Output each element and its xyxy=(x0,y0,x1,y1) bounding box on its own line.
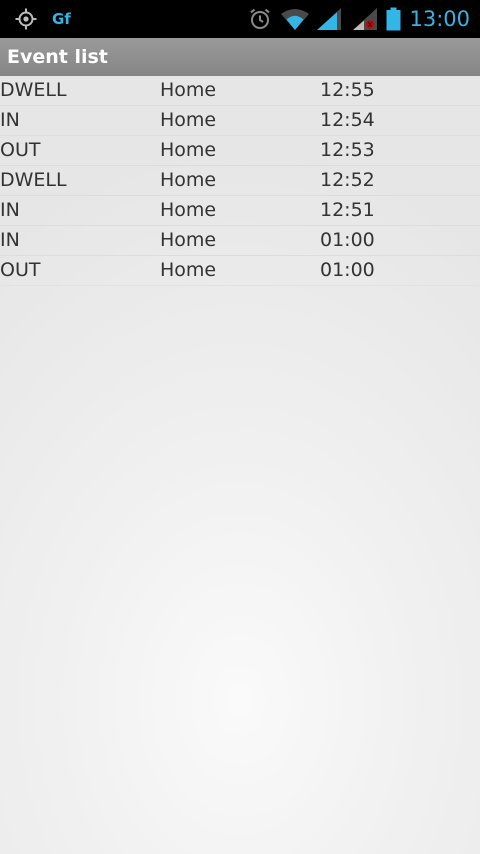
event-type: OUT xyxy=(0,259,41,281)
app-notification-label: Gf xyxy=(52,10,71,28)
event-time: 12:53 xyxy=(320,139,375,161)
event-type: IN xyxy=(0,109,20,131)
event-row[interactable]: DWELL Home 12:52 xyxy=(0,166,480,196)
event-time: 12:52 xyxy=(320,169,375,191)
event-row[interactable]: IN Home 12:51 xyxy=(0,196,480,226)
event-row[interactable]: DWELL Home 12:55 xyxy=(0,76,480,106)
status-bar-right: 13:00 xyxy=(248,0,470,38)
event-place: Home xyxy=(160,199,217,221)
event-row[interactable]: IN Home 12:54 xyxy=(0,106,480,136)
event-type: IN xyxy=(0,229,20,251)
event-type: DWELL xyxy=(0,169,67,191)
event-place: Home xyxy=(160,139,217,161)
event-type: IN xyxy=(0,199,20,221)
event-time: 12:54 xyxy=(320,109,375,131)
battery-icon xyxy=(386,7,401,31)
event-type: OUT xyxy=(0,139,41,161)
event-place: Home xyxy=(160,109,217,131)
event-place: Home xyxy=(160,229,217,251)
event-time: 12:55 xyxy=(320,79,375,101)
action-bar: Event list xyxy=(0,38,480,76)
event-time: 12:51 xyxy=(320,199,375,221)
event-place: Home xyxy=(160,259,217,281)
event-time: 01:00 xyxy=(320,229,375,251)
event-type: DWELL xyxy=(0,79,67,101)
event-row[interactable]: IN Home 01:00 xyxy=(0,226,480,256)
event-list: DWELL Home 12:55 IN Home 12:54 OUT Home … xyxy=(0,76,480,286)
alarm-icon xyxy=(248,7,272,31)
signal-icon xyxy=(316,7,342,31)
event-place: Home xyxy=(160,79,217,101)
status-clock: 13:00 xyxy=(409,7,470,31)
signal-roaming-icon xyxy=(352,7,378,31)
event-place: Home xyxy=(160,169,217,191)
event-time: 01:00 xyxy=(320,259,375,281)
status-bar-left: Gf xyxy=(14,0,71,38)
status-bar: Gf 13:00 xyxy=(0,0,480,38)
wifi-icon xyxy=(280,7,310,31)
gps-icon xyxy=(14,7,38,31)
event-row[interactable]: OUT Home 12:53 xyxy=(0,136,480,166)
page-title: Event list xyxy=(7,46,108,68)
event-row[interactable]: OUT Home 01:00 xyxy=(0,256,480,286)
